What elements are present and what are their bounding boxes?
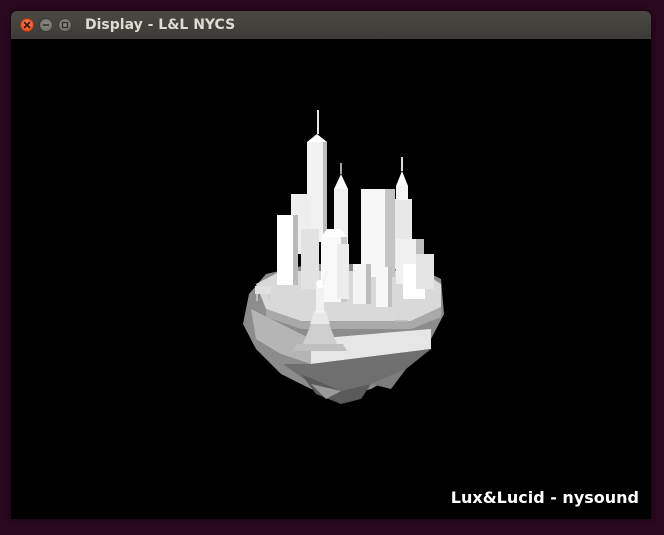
maximize-button[interactable] bbox=[58, 18, 72, 32]
desktop-background: Display - L&L NYCS Lux&Lucid - nysound bbox=[0, 0, 664, 535]
render-viewport[interactable]: Lux&Lucid - nysound bbox=[11, 39, 651, 519]
city-island-model bbox=[243, 110, 444, 404]
close-button[interactable] bbox=[20, 18, 34, 32]
minimize-icon bbox=[42, 24, 50, 26]
display-window: Display - L&L NYCS Lux&Lucid - nysound bbox=[11, 11, 651, 519]
window-titlebar[interactable]: Display - L&L NYCS bbox=[11, 11, 651, 40]
watermark-text: Lux&Lucid - nysound bbox=[450, 488, 639, 507]
minimize-button[interactable] bbox=[39, 18, 53, 32]
window-title: Display - L&L NYCS bbox=[85, 17, 236, 33]
maximize-icon bbox=[61, 21, 69, 29]
close-icon bbox=[23, 21, 31, 29]
